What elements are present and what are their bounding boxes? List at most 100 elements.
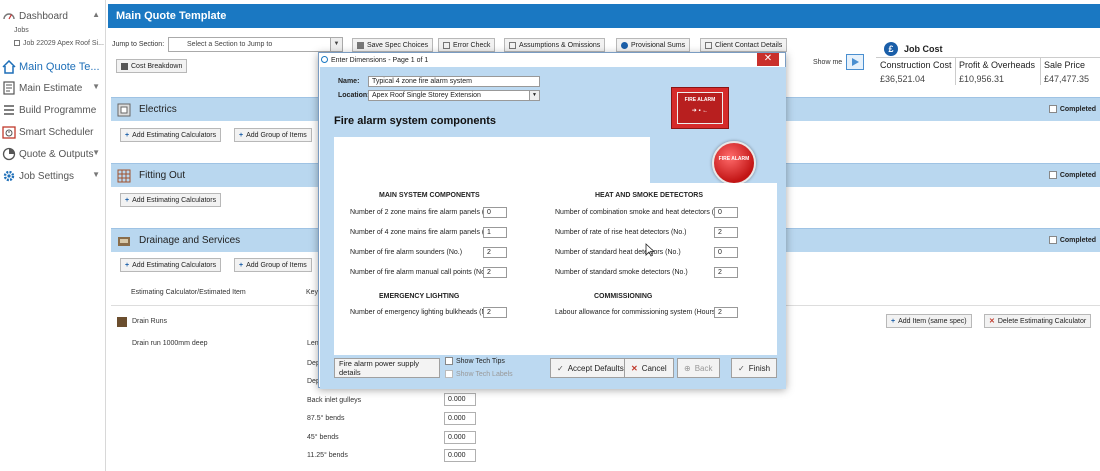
main-item-input[interactable]: 2: [483, 267, 507, 278]
section-title: Fitting Out: [139, 170, 186, 181]
completed-toggle[interactable]: Completed: [1048, 236, 1096, 244]
document-icon: [509, 41, 516, 49]
money-icon: [621, 41, 628, 49]
table-row-value[interactable]: 0.000: [444, 412, 476, 425]
chevron-down-icon[interactable]: ▼: [330, 38, 342, 51]
completed-toggle[interactable]: Completed: [1048, 171, 1096, 179]
completed-checkbox[interactable]: [1048, 105, 1057, 113]
main-item-label: Number of 4 zone mains fire alarm panels…: [350, 229, 498, 236]
add-group-button[interactable]: + Add Group of Items: [234, 258, 312, 272]
delete-calculator-button[interactable]: ✕ Delete Estimating Calculator: [984, 314, 1092, 328]
plus-icon: +: [125, 196, 130, 204]
back-button[interactable]: ⊕ Back: [677, 358, 720, 378]
accept-defaults-button[interactable]: ✓ Accept Defaults: [550, 358, 631, 378]
save-spec-button[interactable]: Save Spec Choices: [352, 38, 434, 52]
sidebar-item-dashboard[interactable]: Dashboard ▲: [0, 5, 106, 27]
dialog-heading: Fire alarm system components: [334, 115, 497, 127]
detector-item-input[interactable]: 2: [714, 227, 738, 238]
list-icon: [4, 105, 14, 115]
commissioning-input[interactable]: 2: [714, 307, 738, 318]
detector-item-input[interactable]: 0: [714, 247, 738, 258]
add-item-button[interactable]: + Add Item (same spec): [886, 314, 972, 328]
completed-checkbox[interactable]: [1048, 236, 1057, 244]
main-item-input[interactable]: 2: [483, 247, 507, 258]
divider: [1040, 57, 1041, 85]
sidebar-item-main-quote[interactable]: Main Quote Te...: [0, 56, 106, 78]
jobs-link[interactable]: Jobs: [14, 27, 29, 34]
provisional-sums-button[interactable]: Provisional Sums: [616, 38, 691, 52]
plus-icon: +: [125, 261, 130, 269]
jump-section-select[interactable]: Select a Section to Jump to ▼: [168, 37, 343, 52]
close-button[interactable]: ✕: [757, 53, 779, 66]
show-tech-tips-toggle[interactable]: Show Tech Tips: [445, 357, 505, 365]
main-item-label: Number of fire alarm sounders (No.): [350, 249, 463, 256]
show-me-label: Show me: [813, 59, 843, 66]
job-link[interactable]: Job 22029 Apex Roof Si...: [14, 40, 104, 47]
sidebar-item-quote-outputs[interactable]: Quote & Outputs ▼: [0, 143, 106, 165]
sidebar-item-main-estimate[interactable]: Main Estimate ▼: [0, 77, 106, 99]
table-row-value[interactable]: 0.000: [444, 431, 476, 444]
table-row-value[interactable]: 0.000: [444, 449, 476, 462]
emergency-label: Number of emergency lighting bulkheads (…: [350, 309, 495, 316]
show-tech-tips-checkbox[interactable]: [445, 357, 453, 365]
sidebar-item-job-settings[interactable]: Job Settings ▼: [0, 165, 106, 187]
client-contact-button[interactable]: Client Contact Details: [700, 38, 788, 52]
show-tech-labels-toggle[interactable]: Show Tech Labels: [445, 370, 513, 378]
list-item: Drain run 1000mm deep: [132, 340, 208, 347]
column-header-calculator: Estimating Calculator/Estimated Item: [131, 289, 246, 296]
emergency-input[interactable]: 2: [483, 307, 507, 318]
chevron-down-icon[interactable]: ▼: [92, 148, 100, 157]
section-title: Electrics: [139, 104, 177, 115]
add-estimating-calculators-button[interactable]: + Add Estimating Calculators: [120, 128, 222, 142]
main-item-input[interactable]: 1: [483, 227, 507, 238]
completed-checkbox[interactable]: [1048, 171, 1057, 179]
grid-icon: [117, 169, 131, 182]
location-label: Location:: [338, 92, 370, 99]
sidebar-item-label: Quote & Outputs: [19, 148, 94, 160]
main-components-heading: MAIN SYSTEM COMPONENTS: [379, 192, 480, 199]
divider: [876, 57, 1100, 58]
sidebar-item-smart-scheduler[interactable]: Smart Scheduler: [0, 121, 106, 143]
detector-item-label: Number of combination smoke and heat det…: [555, 209, 728, 216]
jump-label: Jump to Section:: [112, 41, 165, 48]
fire-alarm-sign-image: FIRE ALARM ➜ ▪ ←: [671, 87, 729, 129]
chevron-up-icon[interactable]: ▲: [92, 10, 100, 19]
show-tech-labels-checkbox[interactable]: [445, 370, 453, 378]
cancel-button[interactable]: ✕ Cancel: [624, 358, 674, 378]
finish-button[interactable]: ✓ Finish: [731, 358, 778, 378]
chevron-down-icon[interactable]: ▼: [92, 82, 100, 91]
folder-icon: [14, 40, 20, 47]
table-row-value[interactable]: 0.000: [444, 393, 476, 406]
detector-item-label: Number of rate of rise heat detectors (N…: [555, 229, 687, 236]
name-field[interactable]: Typical 4 zone fire alarm system: [368, 76, 540, 87]
components-panel: MAIN SYSTEM COMPONENTS Number of 2 zone …: [334, 183, 777, 355]
detector-item-input[interactable]: 0: [714, 207, 738, 218]
power-supply-button[interactable]: Fire alarm power supply details: [334, 358, 440, 378]
add-group-button[interactable]: + Add Group of Items: [234, 128, 312, 142]
plus-icon: +: [891, 317, 896, 325]
error-check-button[interactable]: Error Check: [438, 38, 496, 52]
assumptions-button[interactable]: Assumptions & Omissions: [504, 38, 606, 52]
cost-breakdown-button[interactable]: Cost Breakdown: [116, 59, 188, 73]
drainage-icon: [118, 236, 130, 246]
show-me-button[interactable]: [846, 54, 864, 70]
add-estimating-calculators-button[interactable]: + Add Estimating Calculators: [120, 258, 222, 272]
chevron-down-icon[interactable]: ▼: [529, 91, 539, 100]
add-estimating-calculators-button[interactable]: + Add Estimating Calculators: [120, 193, 222, 207]
detector-item-input[interactable]: 2: [714, 267, 738, 278]
completed-toggle[interactable]: Completed: [1048, 105, 1096, 113]
house-icon: [2, 60, 16, 74]
main-item-input[interactable]: 0: [483, 207, 507, 218]
estimate-icon: [3, 81, 15, 95]
contact-card-icon: [705, 41, 712, 49]
electrics-icon: [117, 103, 131, 116]
sale-price-label: Sale Price: [1044, 60, 1086, 70]
location-select[interactable]: Apex Roof Single Storey Extension ▼: [368, 90, 540, 101]
cursor-icon: [645, 243, 655, 257]
chevron-down-icon[interactable]: ▼: [92, 170, 100, 179]
section-title: Drainage and Services: [139, 235, 241, 246]
sidebar-item-label: Build Programme: [19, 104, 97, 116]
close-icon: ✕: [631, 363, 638, 373]
plus-icon: +: [239, 131, 244, 139]
sidebar-item-build-programme[interactable]: Build Programme: [0, 99, 106, 121]
